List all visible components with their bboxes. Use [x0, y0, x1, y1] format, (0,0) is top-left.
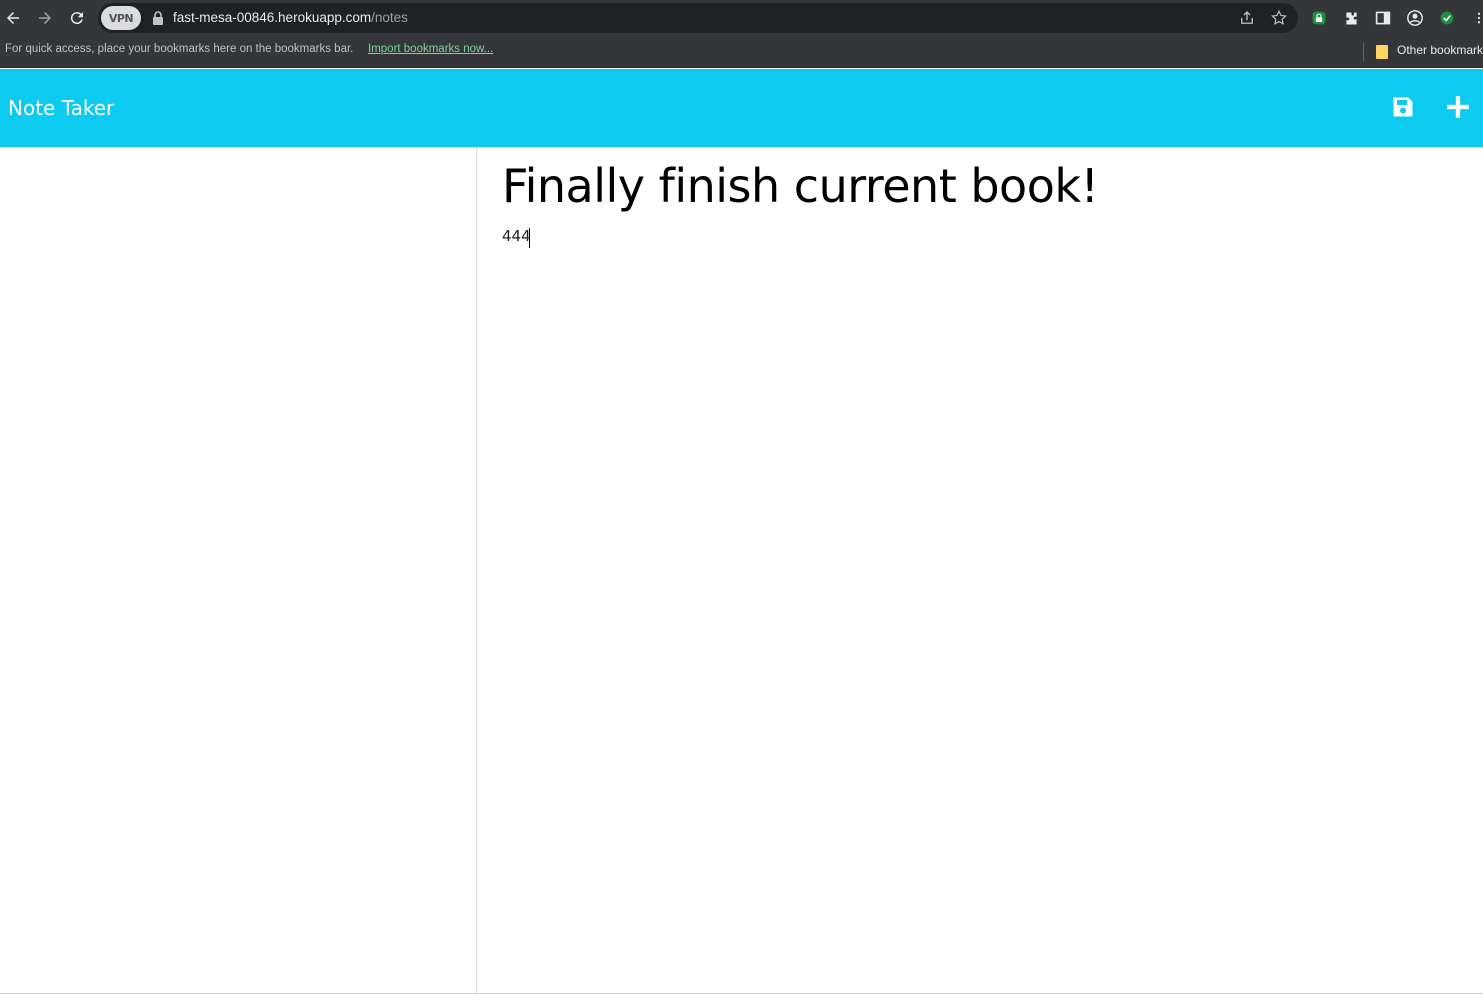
- extension-lock-icon[interactable]: [1309, 8, 1329, 28]
- app-title[interactable]: Note Taker: [8, 96, 114, 120]
- bookmarks-bar: For quick access, place your bookmarks h…: [0, 36, 1483, 68]
- shield-check-icon[interactable]: [1437, 8, 1457, 28]
- back-button[interactable]: [1, 6, 25, 30]
- bookmarks-hint: For quick access, place your bookmarks h…: [5, 43, 354, 55]
- import-bookmarks-link[interactable]: Import bookmarks now...: [368, 43, 493, 55]
- url-path: /notes: [371, 10, 408, 25]
- forward-button[interactable]: [33, 6, 57, 30]
- back-arrow-icon: [7, 12, 19, 24]
- app-header: Note Taker: [0, 69, 1483, 147]
- bookmark-star-icon[interactable]: [1270, 9, 1288, 27]
- address-bar[interactable]: VPN fast-mesa-00846.herokuapp.com/notes: [98, 3, 1298, 33]
- new-note-button[interactable]: [1444, 93, 1472, 121]
- note-text-input[interactable]: 444: [502, 227, 1452, 927]
- plus-icon: [1447, 96, 1469, 118]
- note-list: [0, 147, 477, 993]
- other-bookmarks[interactable]: Other bookmarks: [1397, 43, 1483, 57]
- lock-icon[interactable]: [152, 11, 164, 25]
- url-host: fast-mesa-00846.herokuapp.com: [173, 10, 372, 25]
- share-icon[interactable]: [1238, 9, 1256, 27]
- text-cursor: [529, 228, 530, 248]
- note-title-input[interactable]: [502, 159, 1402, 213]
- bookmarks-separator: [1363, 42, 1364, 62]
- folder-icon: [1376, 45, 1388, 59]
- note-editor: 444: [477, 147, 1483, 993]
- vpn-badge[interactable]: VPN: [101, 6, 141, 30]
- side-panel-icon[interactable]: [1373, 8, 1393, 28]
- browser-toolbar: VPN fast-mesa-00846.herokuapp.com/notes: [0, 0, 1483, 36]
- save-note-button[interactable]: [1389, 93, 1417, 121]
- extensions-puzzle-icon[interactable]: [1341, 8, 1361, 28]
- url-text[interactable]: fast-mesa-00846.herokuapp.com/notes: [173, 10, 408, 25]
- forward-arrow-icon: [39, 12, 51, 24]
- reload-icon: [70, 12, 83, 25]
- browser-menu-icon[interactable]: [1469, 8, 1483, 28]
- reload-button[interactable]: [65, 6, 89, 30]
- save-icon: [1393, 97, 1413, 117]
- profile-icon[interactable]: [1405, 8, 1425, 28]
